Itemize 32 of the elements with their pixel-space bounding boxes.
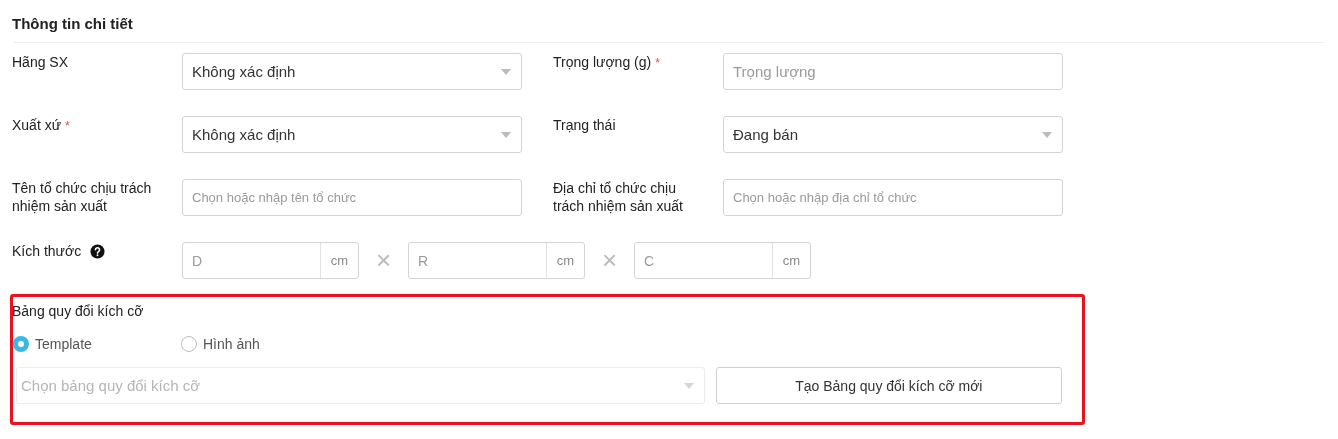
select-field[interactable]: Không xác định [182, 116, 522, 153]
field-label: Trọng lượng (g) * [553, 53, 661, 72]
unit-label: cm [772, 243, 810, 278]
unit-label: cm [546, 243, 584, 278]
caret-icon [501, 68, 511, 75]
field-label: Hãng SX [12, 53, 70, 71]
required-mark: * [655, 56, 660, 70]
times-sign: × [374, 244, 393, 277]
section-title: Thông tin chi tiết [12, 14, 134, 34]
times-sign: × [600, 244, 619, 277]
unit-label: cm [320, 243, 358, 278]
radio-option[interactable]: Template [13, 336, 181, 352]
caret-icon [1042, 131, 1052, 138]
radio-option[interactable]: Hình ảnh [181, 336, 349, 352]
field-label: Tên tổ chức chịu trách nhiệm sản xuất [12, 179, 153, 215]
field-label: Địa chỉ tổ chức chịu trách nhiệm sản xuất [553, 179, 684, 215]
input-field[interactable]: Chọn hoặc nhập tên tổ chức [182, 179, 522, 216]
radio-label: Hình ảnh [203, 336, 260, 352]
required-mark: * [65, 119, 70, 133]
field-label: Kích thước [12, 242, 82, 260]
select-field[interactable]: Đang bán [723, 116, 1063, 153]
field-label: Xuất xứ * [12, 116, 71, 135]
help-icon[interactable] [90, 243, 106, 259]
radio-label: Template [35, 336, 92, 352]
field-label: Bảng quy đổi kích cỡ [12, 303, 145, 319]
select-field[interactable]: Không xác định [182, 53, 522, 90]
field-label: Trạng thái [553, 116, 617, 134]
input-field[interactable]: Chọn hoặc nhập địa chỉ tổ chức [723, 179, 1063, 216]
caret-icon [501, 131, 511, 138]
input-field[interactable]: Trọng lượng [723, 53, 1063, 90]
create-size-chart-button[interactable]: Tạo Bảng quy đổi kích cỡ mới [715, 367, 1062, 404]
caret-icon [683, 382, 694, 389]
